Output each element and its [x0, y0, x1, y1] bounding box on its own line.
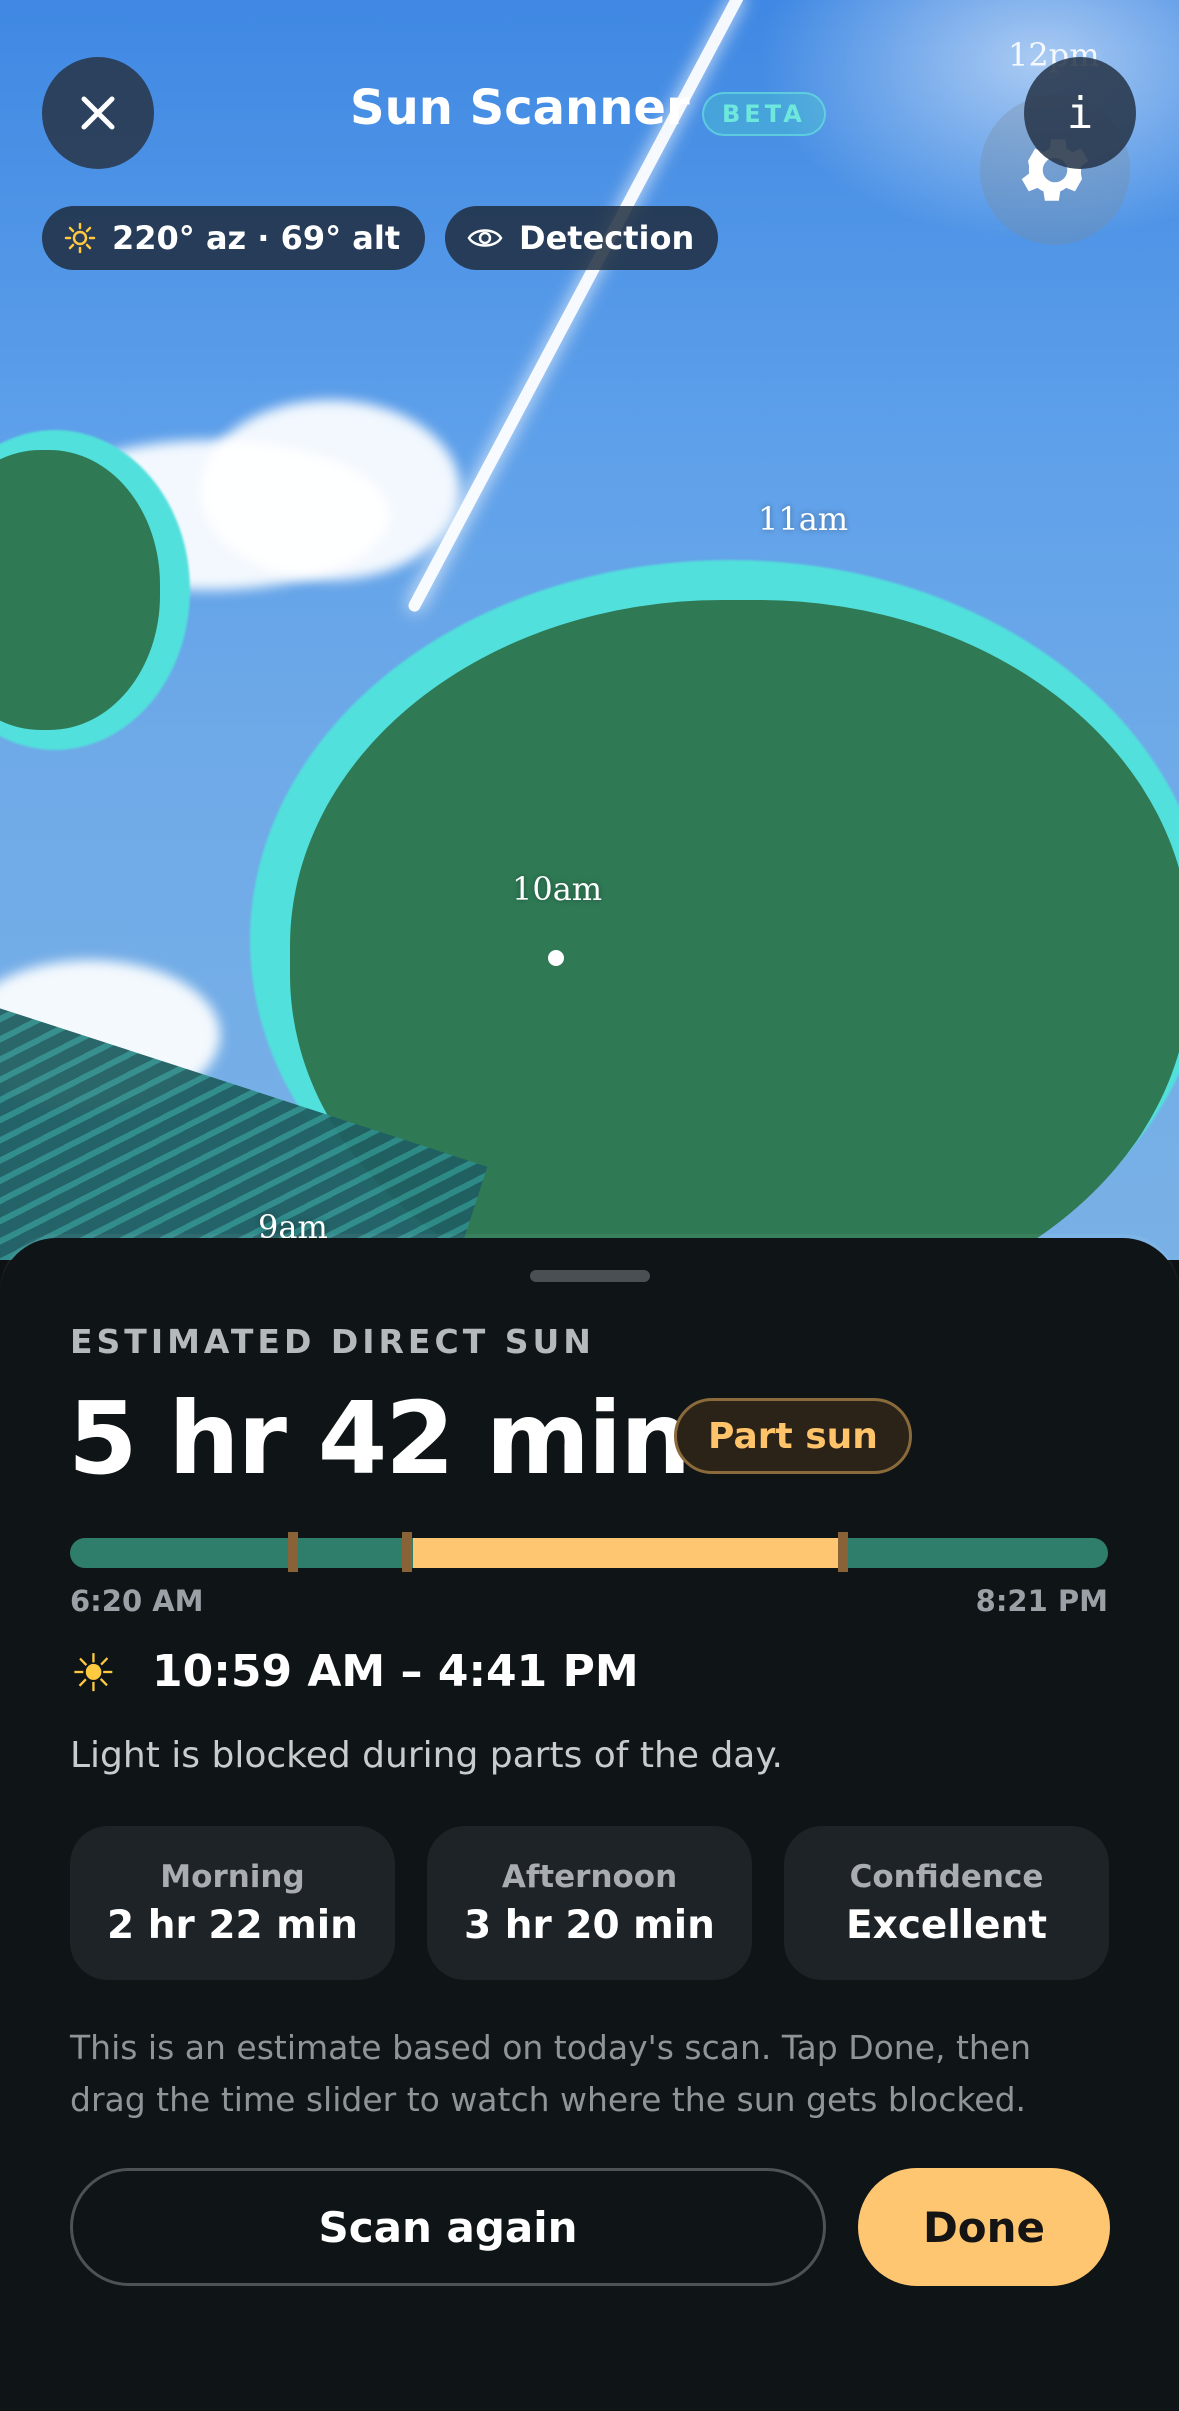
timeline-tick	[288, 1532, 298, 1572]
timeline-start-label: 6:20 AM	[70, 1584, 204, 1618]
section-eyebrow: ESTIMATED DIRECT SUN	[70, 1322, 595, 1361]
direct-sun-segment	[412, 1538, 849, 1568]
stat-card-afternoon: Afternoon 3 hr 20 min	[427, 1826, 752, 1980]
close-button[interactable]	[42, 57, 154, 169]
eye-icon	[467, 229, 503, 247]
hour-label-11am: 11am	[758, 500, 849, 538]
sun-icon	[64, 222, 96, 254]
cloud	[200, 400, 460, 580]
page-title: Sun Scanner	[350, 80, 690, 136]
timeline-tick	[402, 1532, 412, 1572]
sun-position-text: 220° az · 69° alt	[112, 219, 401, 257]
detection-label: Detection	[519, 219, 695, 257]
stat-label: Confidence	[849, 1858, 1044, 1895]
sun-window: 10:59 AM – 4:41 PM	[152, 1646, 639, 1697]
beta-badge: BETA	[702, 92, 826, 136]
info-button[interactable]: i	[1024, 57, 1136, 169]
timeline-end-label: 8:21 PM	[975, 1584, 1108, 1618]
scan-again-button[interactable]: Scan again	[70, 2168, 826, 2286]
stat-card-morning: Morning 2 hr 22 min	[70, 1826, 395, 1980]
sun-duration: 5 hr 42 min	[68, 1380, 691, 1497]
sun-path-marker	[548, 950, 564, 966]
detection-toggle[interactable]: Detection	[445, 206, 718, 270]
stat-label: Morning	[160, 1858, 305, 1895]
done-button[interactable]: Done	[858, 2168, 1110, 2286]
info-icon: i	[1066, 87, 1094, 139]
stat-value: Excellent	[846, 1902, 1047, 1948]
sun-icon: ☀	[70, 1644, 117, 1704]
sun-timeline-bar	[70, 1538, 1108, 1568]
timeline-tick	[838, 1532, 848, 1572]
sheet-grabber[interactable]	[530, 1270, 650, 1282]
stat-value: 2 hr 22 min	[107, 1902, 358, 1948]
sun-position-pill: 220° az · 69° alt	[42, 206, 425, 270]
stat-card-confidence: Confidence Excellent	[784, 1826, 1109, 1980]
hour-label-10am: 10am	[512, 870, 603, 908]
sun-category-badge: Part sun	[674, 1398, 912, 1474]
stat-label: Afternoon	[501, 1858, 678, 1895]
close-icon	[81, 96, 115, 130]
blocked-note: Light is blocked during parts of the day…	[70, 1735, 783, 1776]
estimate-footnote: This is an estimate based on today's sca…	[70, 2028, 1032, 2119]
stat-value: 3 hr 20 min	[464, 1902, 715, 1948]
